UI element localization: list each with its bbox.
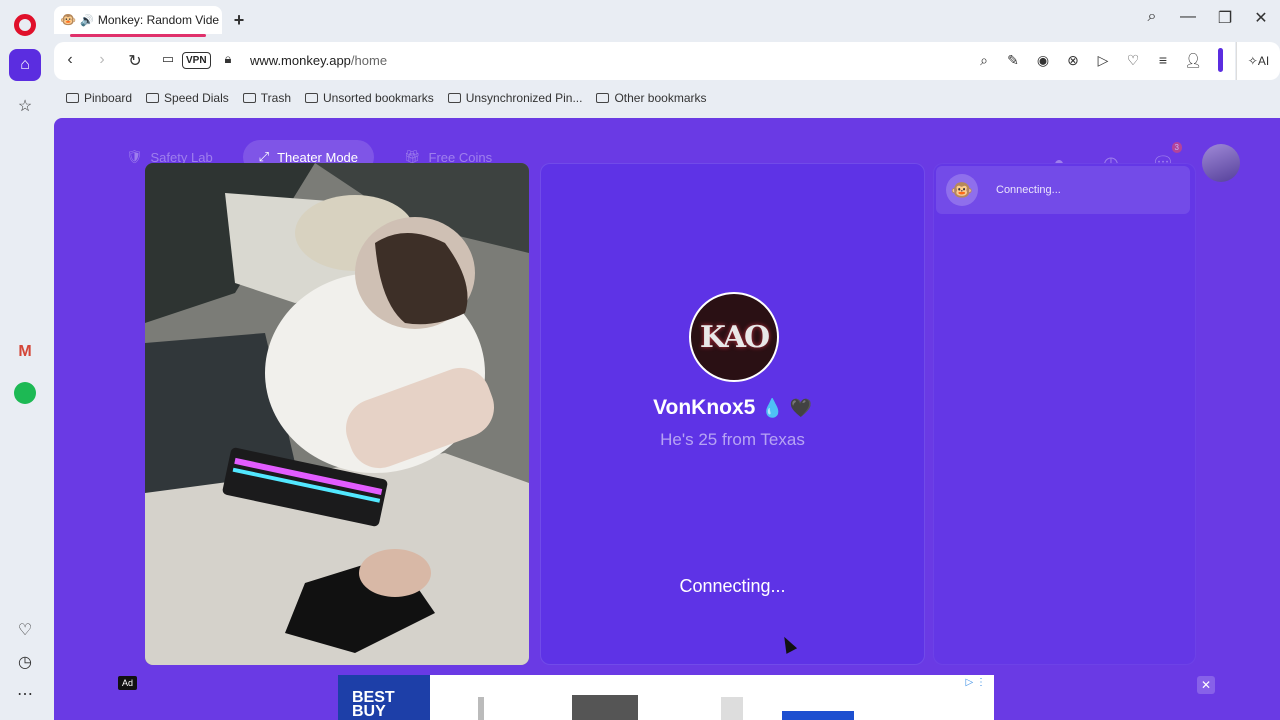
bookmark-pinboard[interactable]: Pinboard: [66, 91, 132, 105]
tab-bar: 🐵 🔊 Monkey: Random Vide + ⌕ — ❐ ✕: [50, 0, 1280, 38]
user-avatar[interactable]: [1202, 144, 1240, 182]
chat-panel: 🐵 Connecting...: [933, 163, 1196, 665]
address-bar: ‹ › ↻ ▭ VPN 🔒︎ www.monkey.app/home ⌕ ✎ ◉…: [54, 42, 1235, 80]
more-icon[interactable]: ⋯: [9, 678, 41, 710]
ad-label: Ad: [118, 676, 138, 690]
video-frame: [145, 163, 529, 665]
new-tab-button[interactable]: +: [228, 9, 250, 31]
ad-cta-button[interactable]: [782, 711, 854, 720]
bookmark-label: Trash: [260, 91, 291, 105]
search-icon[interactable]: ⌕: [1140, 8, 1164, 26]
brand-line-2: BUY: [352, 703, 386, 720]
bookmark-speed-dials[interactable]: Speed Dials: [146, 91, 229, 105]
vpn-button[interactable]: VPN: [182, 52, 211, 69]
bookmark-unsynchronized[interactable]: Unsynchronized Pin...: [447, 91, 583, 105]
bookmark-unsorted[interactable]: Unsorted bookmarks: [305, 91, 434, 105]
adblock-icon[interactable]: ⊗: [1064, 52, 1082, 69]
star-icon[interactable]: ☆: [9, 90, 41, 122]
monkey-page: 🛡︎ Safety Lab ⤢ Theater Mode 🎁︎ Free Coins …: [54, 118, 1280, 720]
snapshot-icon[interactable]: ◉: [1034, 52, 1052, 69]
drop-icon: 💧: [761, 398, 784, 418]
bookmark-label: Unsynchronized Pin...: [465, 91, 583, 105]
bookmark-other[interactable]: Other bookmarks: [596, 91, 707, 105]
ad-product-image[interactable]: [478, 697, 484, 720]
black-heart-icon: 🖤: [789, 398, 812, 418]
ad-banner[interactable]: BEST BUY ▷ ⋮: [338, 675, 994, 720]
spotify-icon[interactable]: [9, 377, 41, 409]
forward-icon[interactable]: ›: [92, 51, 112, 69]
match-subtitle: He's 25 from Texas: [660, 430, 805, 449]
ad-product-image[interactable]: [721, 697, 743, 720]
gmail-icon[interactable]: M: [9, 336, 41, 368]
restore-icon[interactable]: ❐: [1213, 8, 1237, 28]
monkey-favicon-icon: 🐵: [60, 12, 77, 27]
send-icon[interactable]: ▷: [1094, 52, 1112, 69]
ai-button[interactable]: ✧ AI: [1236, 42, 1280, 80]
connecting-status: Connecting...: [679, 576, 786, 596]
speaker-icon[interactable]: 🔊: [80, 14, 94, 27]
camera-icon[interactable]: ▭: [158, 51, 178, 67]
chat-badge: 3: [1171, 142, 1182, 153]
favorite-icon[interactable]: ♡: [1124, 52, 1142, 69]
match-username: VonKnox5: [653, 396, 756, 419]
bookmark-trash[interactable]: Trash: [242, 91, 291, 105]
folder-icon: [66, 93, 79, 103]
bookmark-label: Pinboard: [84, 91, 133, 105]
match-name-row: VonKnox5 💧 🖤: [541, 396, 924, 420]
folder-icon: [146, 93, 160, 103]
edit-icon[interactable]: ✎: [1004, 52, 1022, 69]
home-icon[interactable]: ⌂: [9, 49, 41, 81]
browser-sidebar: ⌂ ☆ M ♡ ◷ ⋯: [0, 0, 50, 720]
bookmark-label: Other bookmarks: [614, 91, 707, 105]
ai-label: AI: [1257, 54, 1270, 68]
bookmark-label: Unsorted bookmarks: [323, 91, 434, 105]
profile-icon[interactable]: 👤︎: [1184, 52, 1202, 69]
ad-close-button[interactable]: ✕: [1197, 676, 1215, 694]
folder-icon: [447, 93, 461, 103]
video-feed: [145, 163, 529, 665]
bookmarks-bar: Pinboard Speed Dials Trash Unsorted book…: [54, 84, 707, 112]
zoom-icon[interactable]: ⌕: [975, 52, 993, 69]
lock-icon: 🔒︎: [224, 51, 232, 66]
settings-icon[interactable]: ≡: [1154, 52, 1172, 68]
back-icon[interactable]: ‹: [60, 51, 80, 69]
bestbuy-logo[interactable]: BEST BUY: [338, 675, 430, 720]
url-host: www.monkey.app: [250, 53, 351, 68]
monkey-avatar-icon: 🐵: [946, 174, 978, 206]
url-path: /home: [350, 53, 388, 68]
avatar-logo-text: KAO: [699, 319, 770, 355]
match-avatar[interactable]: KAO: [689, 292, 779, 382]
tab-title: Monkey: Random Vide: [97, 13, 220, 27]
folder-icon: [242, 93, 256, 103]
folder-icon: [305, 93, 318, 103]
folder-icon: [596, 93, 610, 103]
shield-icon: 🛡︎: [126, 149, 143, 164]
ad-product-image[interactable]: [572, 695, 638, 720]
adchoices-icon[interactable]: ▷ ⋮: [966, 677, 986, 688]
match-card: KAO VonKnox5 💧 🖤 He's 25 from Texas Conn…: [540, 163, 925, 665]
sparkle-icon: ✧: [1247, 54, 1258, 68]
minimize-icon[interactable]: —: [1176, 8, 1200, 26]
tab-audio-indicator: [70, 34, 206, 37]
tab-monkey[interactable]: 🐵 🔊 Monkey: Random Vide: [54, 6, 222, 34]
reload-icon[interactable]: ↻: [125, 51, 145, 71]
close-icon[interactable]: ✕: [1249, 8, 1273, 28]
chat-status-row: 🐵 Connecting...: [936, 166, 1190, 214]
chat-status-text: Connecting...: [996, 184, 1061, 196]
heart-icon[interactable]: ♡: [9, 614, 41, 646]
url-field[interactable]: www.monkey.app/home: [250, 53, 387, 68]
bookmark-label: Speed Dials: [164, 91, 229, 105]
history-icon[interactable]: ◷: [9, 646, 41, 678]
opera-logo-icon[interactable]: [14, 14, 36, 36]
sidebar-toggle-indicator[interactable]: [1218, 48, 1223, 72]
